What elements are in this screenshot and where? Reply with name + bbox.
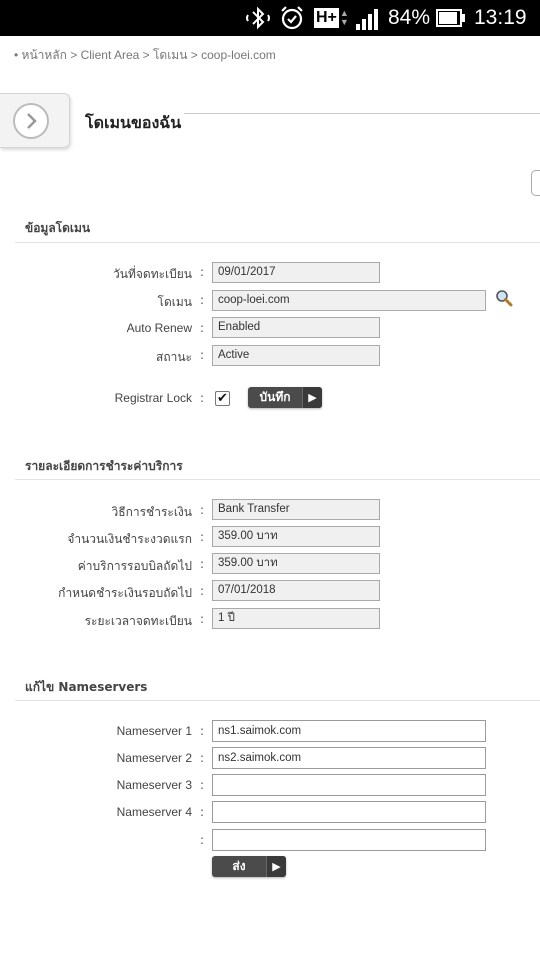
colon: :	[200, 805, 205, 819]
registration-date-field: 09/01/2017	[212, 262, 380, 283]
divider	[15, 242, 540, 243]
battery-percent: 84%	[388, 6, 431, 29]
label-status: สถานะ	[156, 350, 192, 364]
colon: :	[200, 557, 205, 571]
divider	[184, 113, 540, 114]
save-button[interactable]: บันทึก ▶	[248, 387, 322, 408]
label-registration-date: วันที่จดทะเบียน	[113, 267, 192, 281]
colon: :	[200, 530, 205, 544]
label-auto-renew: Auto Renew	[126, 321, 192, 335]
registrar-lock-checkbox[interactable]: ✔	[215, 391, 230, 406]
colon: :	[200, 503, 205, 517]
colon: :	[200, 348, 205, 362]
nameserver-1-input[interactable]: ns1.saimok.com	[212, 720, 486, 742]
section-header-domain-info: ข้อมูลโดเมน	[25, 221, 91, 235]
status-bar: H+ ▲ ▼ 84% 13:19	[0, 0, 540, 36]
submit-button[interactable]: ส่ง ▶	[212, 856, 286, 877]
colon: :	[200, 751, 205, 765]
divider	[15, 479, 540, 480]
colon: :	[200, 778, 205, 792]
first-payment-field: 359.00 บาท	[212, 526, 380, 547]
breadcrumb[interactable]: • หน้าหลัก > Client Area > โดเมน > coop-…	[14, 46, 276, 65]
label-nameserver-2: Nameserver 2	[116, 751, 192, 765]
domain-lookup-icon[interactable]	[495, 289, 513, 307]
network-type-icon: H+ ▲ ▼	[314, 8, 349, 28]
colon: :	[200, 293, 205, 307]
colon: :	[200, 265, 205, 279]
signal-strength-icon	[356, 8, 380, 30]
edge-tab-button[interactable]	[531, 170, 540, 196]
recurring-amount-field: 359.00 บาท	[212, 553, 380, 574]
colon: :	[200, 391, 205, 405]
label-first-payment: จำนวนเงินชำระงวดแรก	[67, 532, 192, 546]
payment-method-field: Bank Transfer	[212, 499, 380, 520]
next-due-date-field: 07/01/2018	[212, 580, 380, 601]
battery-icon	[436, 0, 465, 36]
domain-field: coop-loei.com	[212, 290, 486, 311]
colon: :	[200, 833, 205, 847]
page-title: โดเมนของฉัน	[85, 113, 182, 132]
label-payment-method: วิธีการชำระเงิน	[111, 505, 192, 519]
status-field: Active	[212, 345, 380, 366]
colon: :	[200, 612, 205, 626]
nameserver-2-input[interactable]: ns2.saimok.com	[212, 747, 486, 769]
label-domain: โดเมน	[157, 295, 192, 309]
colon: :	[200, 321, 205, 335]
section-header-nameservers: แก้ไข Nameservers	[25, 680, 148, 694]
bluetooth-icon	[244, 0, 272, 36]
label-nameserver-4: Nameserver 4	[116, 805, 192, 819]
nameserver-3-input[interactable]	[212, 774, 486, 796]
arrow-right-icon: ▶	[266, 856, 286, 877]
label-recurring-amount: ค่าบริการรอบบิลถัดไป	[77, 559, 192, 573]
clock: 13:19	[474, 6, 527, 29]
submit-button-label: ส่ง	[232, 859, 246, 873]
nameserver-5-input[interactable]	[212, 829, 486, 851]
label-next-due-date: กำหนดชำระเงินรอบถัดไป	[58, 586, 192, 600]
registration-period-field: 1 ปี	[212, 608, 380, 629]
section-header-billing: รายละเอียดการชำระค่าบริการ	[25, 459, 183, 473]
alarm-icon	[279, 0, 305, 36]
divider	[15, 700, 540, 701]
arrow-right-icon: ▶	[302, 387, 322, 408]
label-nameserver-3: Nameserver 3	[116, 778, 192, 792]
save-button-label: บันทึก	[259, 390, 291, 404]
label-nameserver-1: Nameserver 1	[116, 724, 192, 738]
auto-renew-field: Enabled	[212, 317, 380, 338]
nameserver-4-input[interactable]	[212, 801, 486, 823]
label-registration-period: ระยะเวลาจดทะเบียน	[84, 614, 192, 628]
network-type-label: H+	[314, 8, 339, 28]
label-registrar-lock: Registrar Lock	[114, 391, 192, 405]
colon: :	[200, 584, 205, 598]
chevron-right-icon	[13, 103, 49, 139]
sidebar-toggle-button[interactable]	[0, 93, 70, 148]
colon: :	[200, 724, 205, 738]
